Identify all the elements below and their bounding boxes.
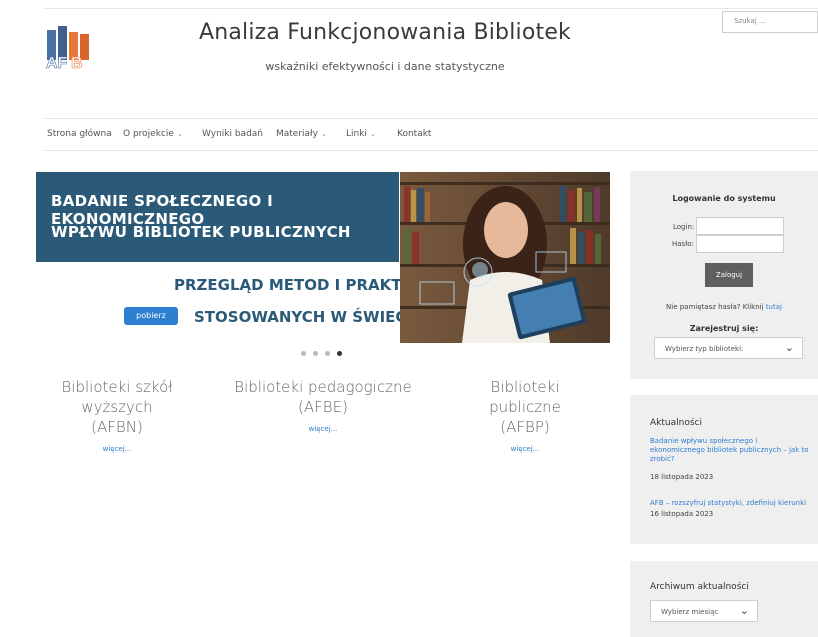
password-label: Hasło: [672, 240, 694, 248]
hero-slider[interactable]: BADANIE SPOŁECZNEGO I EKONOMICZNEGO WPŁY… [36, 172, 610, 343]
forgot-password-link[interactable]: tutaj [766, 303, 782, 311]
chevron-down-icon: ⌄ [739, 604, 749, 617]
news-item-date: 18 listopada 2023 [650, 473, 714, 481]
svg-text:B: B [71, 55, 83, 70]
news-widget: Aktualności Badanie wpływu społecznego i… [630, 395, 818, 544]
column-afbe: Biblioteki pedagogiczne (AFBE) więcej... [234, 377, 412, 433]
login-input[interactable] [696, 217, 784, 235]
nav-item-home[interactable]: Strona główna [47, 129, 112, 139]
banner-subhead-1: PRZEGLĄD METOD I PRAKTYK [174, 276, 424, 294]
more-link[interactable]: więcej... [58, 445, 176, 453]
search-input[interactable]: Szukaj ... [722, 11, 818, 33]
chevron-down-icon: ⌄ [320, 130, 327, 138]
archive-title: Archiwum aktualności [650, 582, 749, 592]
register-label: Zarejestruj się: [689, 324, 759, 333]
forgot-password-text: Nie pamiętasz hasła? Kliknij tutaj [666, 303, 782, 311]
login-label: Login: [673, 223, 695, 231]
library-type-select[interactable]: Wybierz typ biblioteki: ⌄ [654, 337, 803, 359]
nav-item-links[interactable]: Linki ⌄ [346, 129, 376, 139]
afb-logo-icon: AF B [46, 26, 89, 72]
banner-photo [400, 172, 610, 343]
slider-dots [300, 351, 350, 359]
site-tagline: wskaźniki efektywności i dane statystycz… [265, 60, 505, 73]
top-border [44, 8, 818, 9]
download-button[interactable]: pobierz [124, 307, 178, 325]
banner-headline-2: WPŁYWU BIBLIOTEK PUBLICZNYCH [51, 223, 351, 241]
nav-item-contact[interactable]: Kontakt [397, 129, 431, 139]
news-item-link[interactable]: Badanie wpływu społecznego i ekonomiczne… [650, 437, 810, 464]
column-afbp: Biblioteki publiczne (AFBP) więcej... [470, 377, 580, 453]
slide-dot-3[interactable] [325, 351, 330, 356]
chevron-down-icon: ⌄ [784, 341, 794, 354]
column-afbp-title[interactable]: Biblioteki publiczne (AFBP) [470, 377, 580, 437]
main-nav: Strona główna O projekcie ⌄ Wyniki badań … [44, 118, 818, 151]
woman-with-tablet-image [400, 172, 610, 343]
more-link[interactable]: więcej... [234, 425, 412, 433]
slide-dot-1[interactable] [301, 351, 306, 356]
svg-text:AF: AF [46, 55, 68, 70]
nav-item-materials[interactable]: Materiały ⌄ [276, 129, 327, 139]
slide-dot-4-active[interactable] [337, 351, 342, 356]
banner-header-band: BADANIE SPOŁECZNEGO I EKONOMICZNEGO WPŁY… [36, 172, 399, 262]
more-link[interactable]: więcej... [470, 445, 580, 453]
news-title: Aktualności [650, 418, 702, 428]
news-item-date: 16 listopada 2023 [650, 510, 714, 518]
news-item-link[interactable]: AFB – rozszyfruj statystyki, zdefiniuj k… [650, 499, 818, 508]
chevron-down-icon: ⌄ [176, 130, 183, 138]
archive-widget: Archiwum aktualności Wybierz miesiąc ⌄ [630, 561, 818, 637]
column-afbn: Biblioteki szkół wyższych (AFBN) więcej.… [58, 377, 176, 453]
nav-item-results[interactable]: Wyniki badań [202, 129, 263, 139]
banner-subhead-2: STOSOWANYCH W ŚWIECIE [194, 308, 423, 326]
slide-dot-2[interactable] [313, 351, 318, 356]
column-afbn-title[interactable]: Biblioteki szkół wyższych (AFBN) [58, 377, 176, 437]
login-title: Logowanie do systemu [672, 194, 776, 203]
site-title[interactable]: Analiza Funkcjonowania Bibliotek [160, 20, 610, 45]
login-button[interactable]: Zaloguj [705, 263, 753, 287]
login-widget: Logowanie do systemu Login: Hasło: Zalog… [630, 171, 818, 379]
site-logo[interactable]: AF B [44, 24, 94, 72]
password-input[interactable] [696, 235, 784, 253]
column-afbe-title[interactable]: Biblioteki pedagogiczne (AFBE) [234, 377, 412, 417]
chevron-down-icon: ⌄ [369, 130, 376, 138]
nav-item-about[interactable]: O projekcie ⌄ [123, 129, 183, 139]
archive-month-select[interactable]: Wybierz miesiąc ⌄ [650, 600, 758, 622]
